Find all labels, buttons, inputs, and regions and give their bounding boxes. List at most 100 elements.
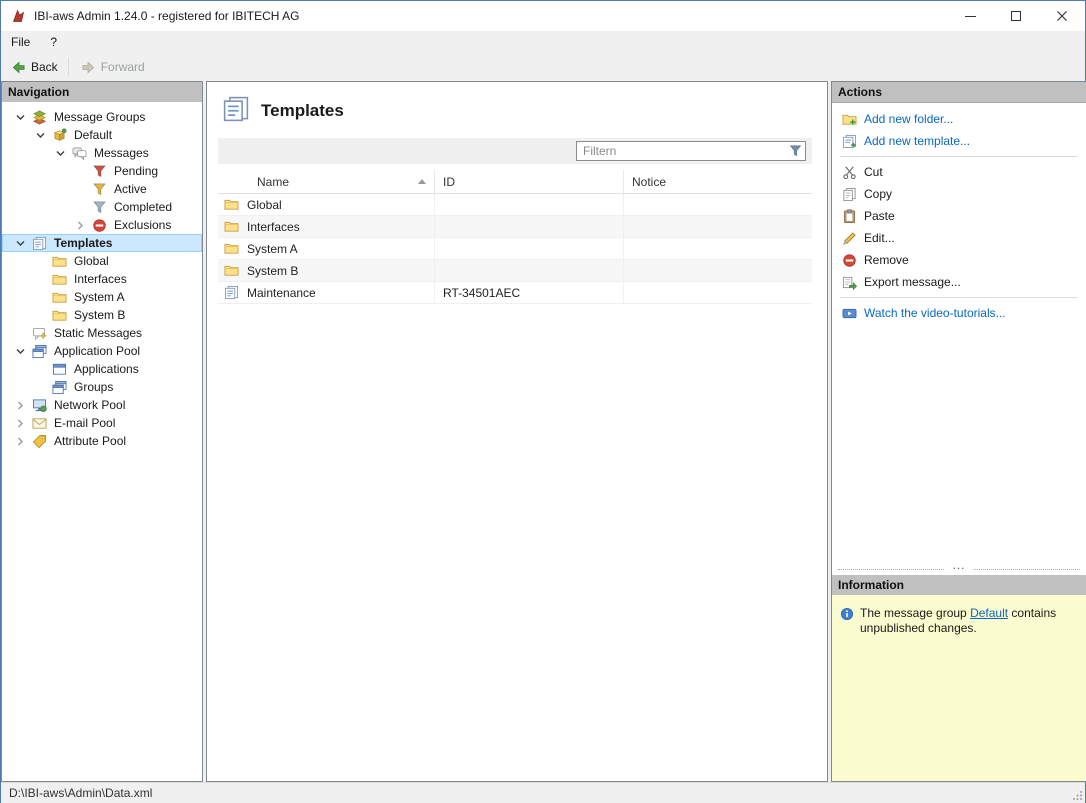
chevron-expanded-icon[interactable]: [50, 144, 70, 162]
messages-icon: [70, 145, 88, 161]
actions-header: Actions: [832, 82, 1086, 103]
action-watch-video-tutorials[interactable]: Watch the video-tutorials...: [832, 302, 1086, 324]
column-header-id[interactable]: ID: [435, 170, 624, 193]
close-button[interactable]: [1039, 1, 1085, 31]
cut-icon: [840, 165, 858, 180]
action-add-new-folder[interactable]: Add new folder...: [832, 108, 1086, 130]
tree-item-exclusions[interactable]: Exclusions: [2, 216, 202, 234]
tree-item-static-messages[interactable]: Static Messages: [2, 324, 202, 342]
action-label: Export message...: [864, 275, 961, 289]
cell-name: Global: [247, 198, 282, 212]
add-template-icon: [840, 134, 858, 149]
resize-grip[interactable]: [1072, 790, 1083, 801]
tree-item-system-a[interactable]: System A: [2, 288, 202, 306]
filter-funnel-icon[interactable]: [788, 144, 803, 158]
action-cut[interactable]: Cut: [832, 161, 1086, 183]
action-remove[interactable]: Remove: [832, 249, 1086, 271]
action-label: Add new template...: [864, 134, 970, 148]
table-row-global[interactable]: Global: [218, 194, 812, 216]
table-header: Name ID Notice: [218, 170, 812, 194]
tree-item-active[interactable]: Active: [2, 180, 202, 198]
chevron-expanded-icon[interactable]: [30, 126, 50, 144]
back-arrow-icon: [11, 60, 26, 75]
tree-item-label: System A: [71, 289, 128, 305]
tree-item-pending[interactable]: Pending: [2, 162, 202, 180]
tree-item-label: Static Messages: [51, 325, 145, 341]
tree-item-global[interactable]: Global: [2, 252, 202, 270]
chevron-collapsed-icon[interactable]: [10, 414, 30, 432]
back-button[interactable]: Back: [3, 57, 66, 78]
tree-item-default[interactable]: Default: [2, 126, 202, 144]
tree-item-network-pool[interactable]: Network Pool: [2, 396, 202, 414]
email-pool-icon: [30, 415, 48, 431]
menu-help[interactable]: ?: [40, 33, 67, 51]
forward-label: Forward: [101, 60, 145, 74]
chevron-expanded-icon[interactable]: [10, 342, 30, 360]
tree-item-email-pool[interactable]: E-mail Pool: [2, 414, 202, 432]
tree-item-completed[interactable]: Completed: [2, 198, 202, 216]
menu-file[interactable]: File: [1, 33, 40, 51]
tree-item-messages[interactable]: Messages: [2, 144, 202, 162]
column-header-name[interactable]: Name: [218, 170, 435, 193]
action-add-new-template[interactable]: Add new template...: [832, 130, 1086, 152]
tree-item-message-groups[interactable]: Message Groups: [2, 108, 202, 126]
tree-item-application-pool[interactable]: Application Pool: [2, 342, 202, 360]
action-export-message[interactable]: Export message...: [832, 271, 1086, 293]
tree-item-label: Message Groups: [51, 109, 148, 125]
default-group-link[interactable]: Default: [970, 606, 1008, 620]
table-row-system-a[interactable]: System A: [218, 238, 812, 260]
chevron-collapsed-icon[interactable]: [10, 432, 30, 450]
tree-item-label: Global: [71, 253, 112, 269]
chevron-collapsed-icon[interactable]: [70, 216, 90, 234]
sort-ascending-icon: [418, 179, 426, 184]
table-body: Global Interfaces System A System B Main: [218, 194, 812, 304]
action-copy[interactable]: Copy: [832, 183, 1086, 205]
forward-arrow-icon: [81, 60, 96, 75]
table-row-system-b[interactable]: System B: [218, 260, 812, 282]
folder-icon: [50, 307, 68, 323]
column-label-id: ID: [443, 175, 455, 189]
filter-input[interactable]: [576, 141, 806, 161]
actions-separator: [840, 297, 1078, 298]
tree-item-applications[interactable]: Applications: [2, 360, 202, 378]
message-groups-icon: [30, 109, 48, 125]
maximize-button[interactable]: [993, 1, 1039, 31]
chevron-expanded-icon[interactable]: [10, 108, 30, 126]
navigation-panel: Navigation Message Groups Default Messag…: [1, 81, 203, 782]
tree-item-system-b[interactable]: System B: [2, 306, 202, 324]
tree-item-label: Exclusions: [111, 217, 174, 233]
actions-separator: [840, 156, 1078, 157]
minimize-button[interactable]: [947, 1, 993, 31]
table-row-maintenance[interactable]: Maintenance RT-34501AEC: [218, 282, 812, 304]
tree-item-templates[interactable]: Templates: [2, 234, 202, 252]
chevron-spacer: [30, 306, 50, 324]
tree-item-label: Templates: [51, 235, 115, 251]
action-label: Paste: [864, 209, 895, 223]
chevron-collapsed-icon[interactable]: [10, 396, 30, 414]
action-edit[interactable]: Edit...: [832, 227, 1086, 249]
forward-button[interactable]: Forward: [73, 57, 153, 78]
tree-item-interfaces[interactable]: Interfaces: [2, 270, 202, 288]
paste-icon: [840, 209, 858, 224]
groups-icon: [50, 379, 68, 395]
chevron-spacer: [10, 324, 30, 342]
chevron-spacer: [30, 252, 50, 270]
actions-panel: Actions Add new folder... Add new templa…: [831, 81, 1086, 782]
chevron-expanded-icon[interactable]: [10, 234, 30, 252]
column-header-notice[interactable]: Notice: [624, 170, 812, 193]
statusbar: D:\IBI-aws\Admin\Data.xml: [1, 782, 1085, 803]
add-folder-icon: [840, 112, 858, 127]
actions-list: Add new folder... Add new template... Cu…: [832, 108, 1086, 324]
folder-icon: [50, 253, 68, 269]
table-row-interfaces[interactable]: Interfaces: [218, 216, 812, 238]
filter-input-wrap: [576, 141, 806, 161]
folder-icon: [224, 263, 239, 278]
cell-id: RT-34501AEC: [443, 286, 520, 300]
tree-item-attribute-pool[interactable]: Attribute Pool: [2, 432, 202, 450]
window-title: IBI-aws Admin 1.24.0 - registered for IB…: [34, 9, 299, 23]
action-paste[interactable]: Paste: [832, 205, 1086, 227]
cell-name: Maintenance: [247, 286, 316, 300]
actions-overflow-button[interactable]: ...: [944, 558, 973, 572]
tree-item-groups[interactable]: Groups: [2, 378, 202, 396]
action-label: Copy: [864, 187, 892, 201]
